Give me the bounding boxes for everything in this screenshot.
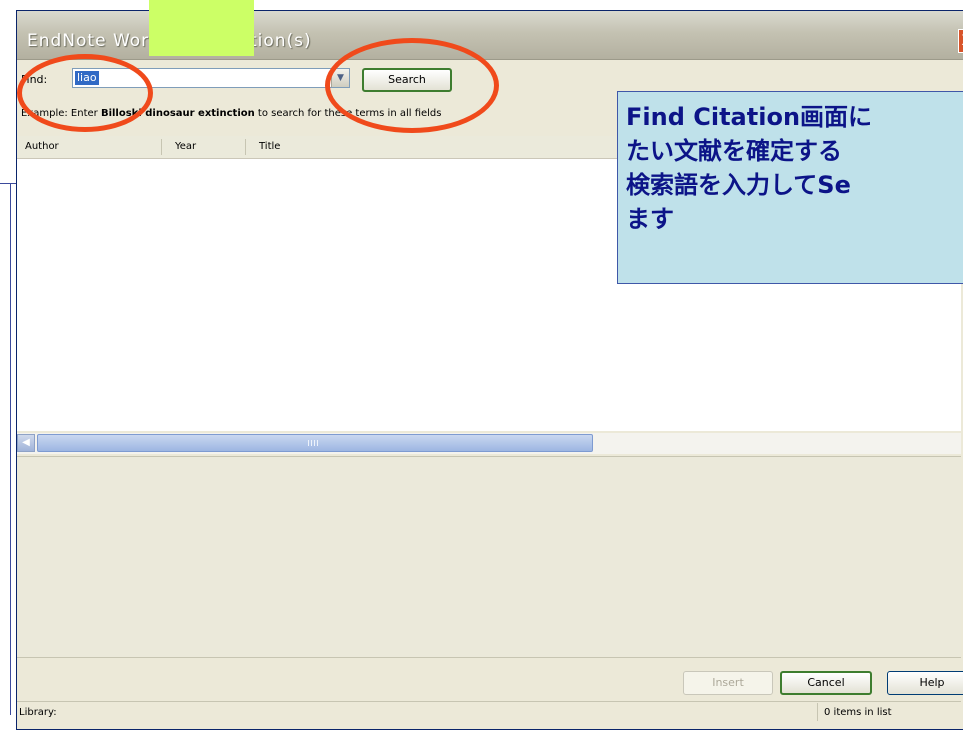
instruction-callout: Find Citation画面に たい文献を確定する 検索語を入力してSe ます: [617, 91, 963, 284]
column-author[interactable]: Author: [25, 141, 59, 152]
slide-divider-vertical: [10, 183, 11, 715]
slide-divider-horizontal: [0, 183, 16, 184]
callout-line-4: ます: [626, 205, 674, 233]
grip-icon: [308, 440, 320, 446]
callout-line-1: Find Citation画面に: [626, 103, 873, 131]
insert-button[interactable]: Insert: [683, 671, 773, 695]
items-count: 0 items in list: [824, 707, 892, 718]
cancel-button[interactable]: Cancel: [780, 671, 872, 695]
column-divider[interactable]: [245, 139, 246, 155]
library-status: Library:: [19, 707, 57, 718]
citation-preview-pane: [17, 456, 961, 658]
callout-line-3: 検索語を入力してSe: [626, 171, 851, 199]
callout-line-2: たい文献を確定する: [626, 137, 842, 165]
highlight-patch: [149, 0, 254, 56]
find-field-highlight-ring: [17, 54, 153, 132]
column-divider[interactable]: [161, 139, 162, 155]
column-title[interactable]: Title: [259, 141, 280, 152]
help-button[interactable]: Help: [887, 671, 963, 695]
close-icon[interactable]: X: [958, 29, 963, 53]
arrow-left-icon[interactable]: ◀: [17, 434, 35, 452]
column-year[interactable]: Year: [175, 141, 196, 152]
horizontal-scrollbar[interactable]: ◀: [17, 433, 961, 454]
status-bar: Library: 0 items in list: [17, 701, 961, 722]
scrollbar-thumb[interactable]: [37, 434, 593, 452]
status-count-panel: 0 items in list: [817, 703, 962, 721]
search-button-highlight-ring: [325, 38, 499, 133]
